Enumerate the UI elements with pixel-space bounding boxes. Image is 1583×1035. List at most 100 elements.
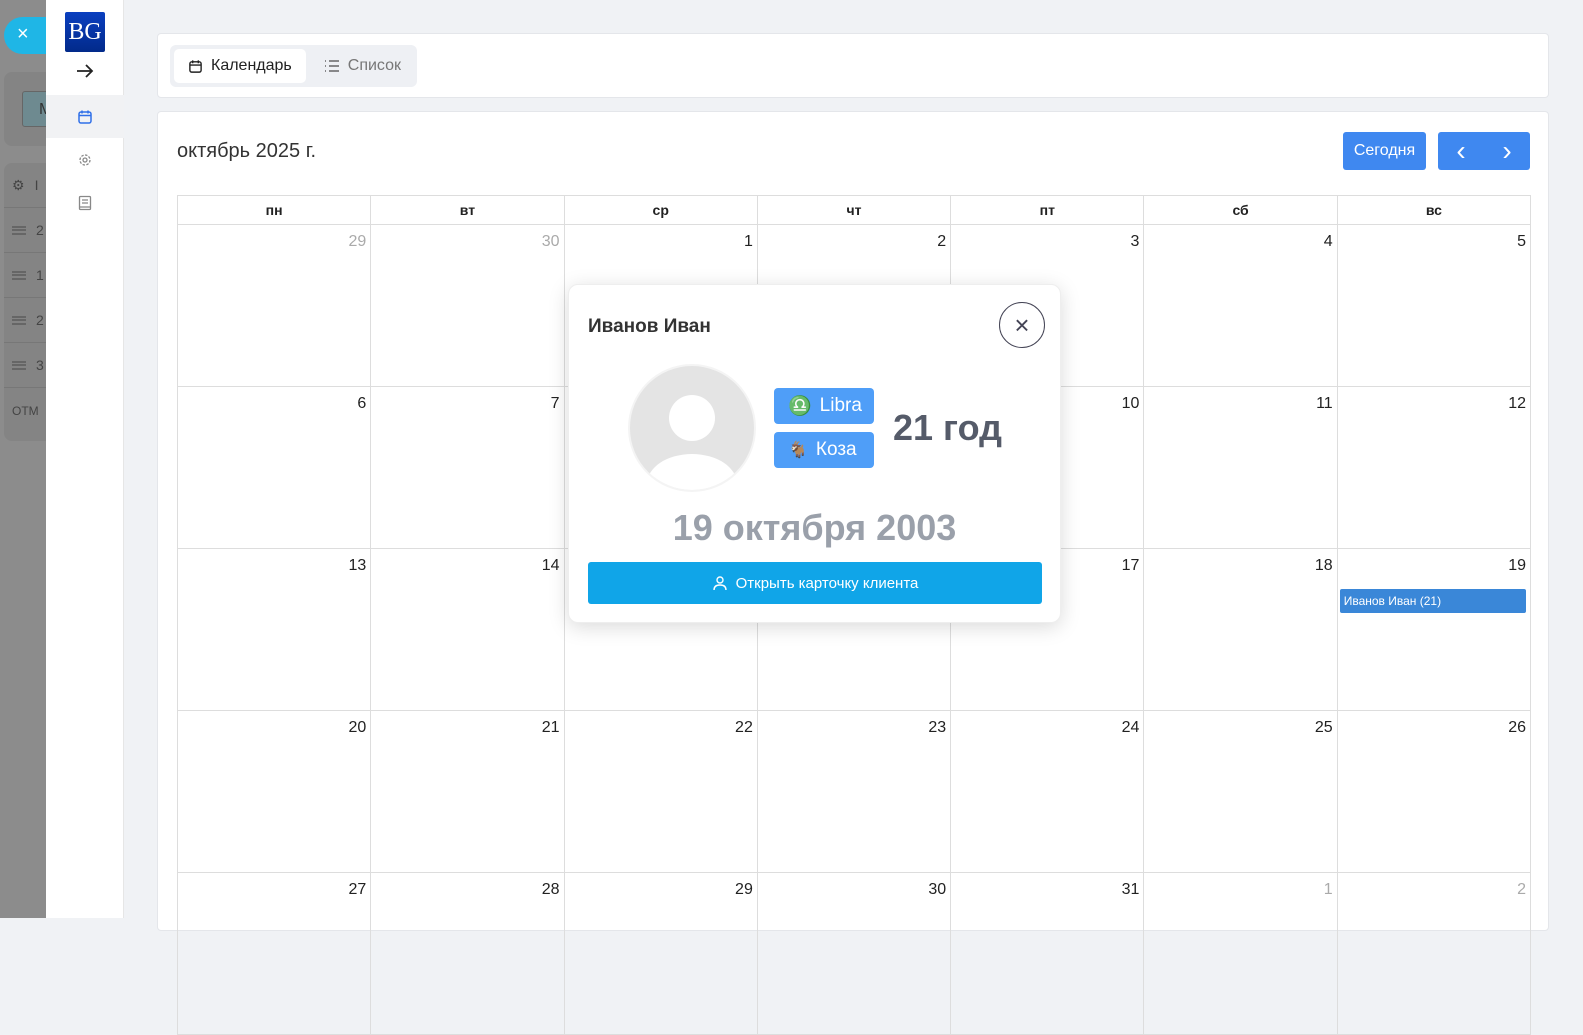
birth-date: 19 октября 2003 bbox=[672, 507, 957, 548]
logo: BG bbox=[65, 12, 105, 52]
gear-icon: ⚙ bbox=[12, 176, 25, 193]
nav-buttons: ‹ › bbox=[1438, 132, 1530, 170]
day-cell[interactable]: 2 bbox=[1337, 873, 1531, 1035]
background-row: 2 bbox=[4, 208, 46, 253]
day-cell[interactable]: 31 bbox=[951, 873, 1145, 1035]
close-popover-button[interactable]: × bbox=[999, 302, 1045, 348]
expand-sidebar-button[interactable] bbox=[46, 49, 124, 92]
day-number[interactable]: 2 bbox=[760, 233, 946, 251]
background-row: 3 bbox=[4, 343, 46, 388]
day-cell[interactable]: 11 bbox=[1144, 387, 1338, 549]
arrow-right-icon bbox=[77, 63, 94, 78]
prev-month-button[interactable]: ‹ bbox=[1456, 135, 1465, 167]
day-cell[interactable]: 20 bbox=[178, 711, 372, 873]
avatar bbox=[630, 366, 754, 490]
day-number[interactable]: 18 bbox=[1146, 557, 1333, 575]
background-row: 1 bbox=[4, 253, 46, 298]
day-number[interactable]: 30 bbox=[373, 233, 560, 251]
day-number[interactable]: 21 bbox=[373, 719, 560, 737]
day-cell[interactable]: 12 bbox=[1337, 387, 1531, 549]
day-number[interactable]: 27 bbox=[180, 881, 366, 899]
day-number[interactable]: 29 bbox=[567, 881, 753, 899]
day-cell[interactable]: 4 bbox=[1144, 225, 1338, 387]
day-number[interactable]: 19 bbox=[1340, 557, 1526, 575]
day-number[interactable]: 2 bbox=[1340, 881, 1526, 899]
day-number[interactable]: 6 bbox=[180, 395, 366, 413]
weekday-1: вт bbox=[371, 196, 565, 225]
day-cell[interactable]: 25 bbox=[1144, 711, 1338, 873]
day-cell[interactable]: 18 bbox=[1144, 549, 1338, 711]
day-number[interactable]: 28 bbox=[373, 881, 560, 899]
day-cell[interactable]: 26 bbox=[1337, 711, 1531, 873]
tab-calendar[interactable]: Календарь bbox=[174, 49, 306, 83]
libra-icon: ♎ bbox=[788, 396, 812, 417]
day-cell[interactable]: 30 bbox=[757, 873, 952, 1035]
day-number[interactable]: 24 bbox=[953, 719, 1140, 737]
sidebar-item-journal[interactable] bbox=[46, 181, 124, 224]
day-cell[interactable]: 7 bbox=[371, 387, 565, 549]
sidebar-item-calendar[interactable] bbox=[46, 95, 124, 138]
day-number[interactable]: 22 bbox=[567, 719, 753, 737]
weekday-2: ср bbox=[564, 196, 758, 225]
day-number[interactable]: 29 bbox=[180, 233, 366, 251]
background-mode-button: М bbox=[22, 91, 46, 127]
tab-list[interactable]: Список bbox=[310, 49, 415, 83]
weekday-6: вс bbox=[1337, 196, 1531, 225]
background-footer: ОТМ bbox=[12, 403, 39, 418]
background-overlay: М ⚙ І 2 1 2 3 ОТМ bbox=[0, 0, 46, 918]
background-row: 2 bbox=[4, 298, 46, 343]
calendar-title: октябрь 2025 г. bbox=[177, 140, 317, 162]
weekday-header: пн вт ср чт пт сб вс bbox=[178, 196, 1531, 225]
day-number[interactable]: 14 bbox=[373, 557, 560, 575]
zodiac-badge: ♎ Libra bbox=[774, 388, 874, 424]
weekday-3: чт bbox=[757, 196, 952, 225]
day-cell[interactable]: 6 bbox=[178, 387, 372, 549]
weekday-5: сб bbox=[1144, 196, 1338, 225]
book-icon bbox=[78, 195, 92, 210]
day-cell[interactable]: 1 bbox=[1144, 873, 1338, 1035]
calendar-icon bbox=[78, 110, 92, 124]
week-row: 20 21 22 23 24 25 26 bbox=[178, 711, 1531, 873]
day-cell[interactable]: 27 bbox=[178, 873, 372, 1035]
day-number[interactable]: 5 bbox=[1340, 233, 1526, 251]
day-number[interactable]: 11 bbox=[1146, 395, 1333, 413]
today-button[interactable]: Сегодня bbox=[1343, 132, 1426, 170]
day-cell[interactable]: 29 bbox=[178, 225, 372, 387]
day-cell[interactable]: 24 bbox=[951, 711, 1145, 873]
day-number[interactable]: 1 bbox=[567, 233, 753, 251]
drag-handle-icon bbox=[12, 225, 26, 235]
day-number[interactable]: 12 bbox=[1340, 395, 1526, 413]
day-cell[interactable]: 30 bbox=[371, 225, 565, 387]
day-number[interactable]: 3 bbox=[953, 233, 1140, 251]
day-number[interactable]: 4 bbox=[1146, 233, 1333, 251]
day-number[interactable]: 31 bbox=[953, 881, 1140, 899]
day-number[interactable]: 26 bbox=[1340, 719, 1526, 737]
client-popover: Иванов Иван × ♎ Libra 🐐 Коза 21 год 19 окт… bbox=[568, 284, 1061, 623]
day-number[interactable]: 25 bbox=[1146, 719, 1333, 737]
drag-handle-icon bbox=[12, 270, 26, 280]
day-number[interactable]: 23 bbox=[760, 719, 946, 737]
day-cell[interactable]: 22 bbox=[564, 711, 758, 873]
day-number[interactable]: 13 bbox=[180, 557, 366, 575]
day-cell[interactable]: 21 bbox=[371, 711, 565, 873]
day-cell[interactable]: 28 bbox=[371, 873, 565, 1035]
calendar-icon bbox=[189, 59, 202, 73]
day-cell[interactable]: 19 Иванов Иван (21) bbox=[1337, 549, 1531, 711]
day-cell[interactable]: 29 bbox=[564, 873, 758, 1035]
chinese-year-badge: 🐐 Коза bbox=[774, 432, 874, 468]
user-icon bbox=[712, 576, 727, 591]
day-number[interactable]: 1 bbox=[1146, 881, 1333, 899]
sidebar-item-settings[interactable] bbox=[46, 138, 124, 181]
day-cell[interactable]: 14 bbox=[371, 549, 565, 711]
day-cell[interactable]: 13 bbox=[178, 549, 372, 711]
day-number[interactable]: 30 bbox=[760, 881, 946, 899]
background-row: ⚙ І bbox=[4, 163, 46, 208]
day-number[interactable]: 20 bbox=[180, 719, 366, 737]
calendar-event[interactable]: Иванов Иван (21) bbox=[1339, 589, 1526, 613]
day-number[interactable]: 7 bbox=[373, 395, 560, 413]
day-cell[interactable]: 23 bbox=[757, 711, 952, 873]
next-month-button[interactable]: › bbox=[1502, 135, 1511, 167]
drag-handle-icon bbox=[12, 315, 26, 325]
open-client-card-button[interactable]: Открыть карточку клиента bbox=[588, 562, 1042, 604]
day-cell[interactable]: 5 bbox=[1337, 225, 1531, 387]
